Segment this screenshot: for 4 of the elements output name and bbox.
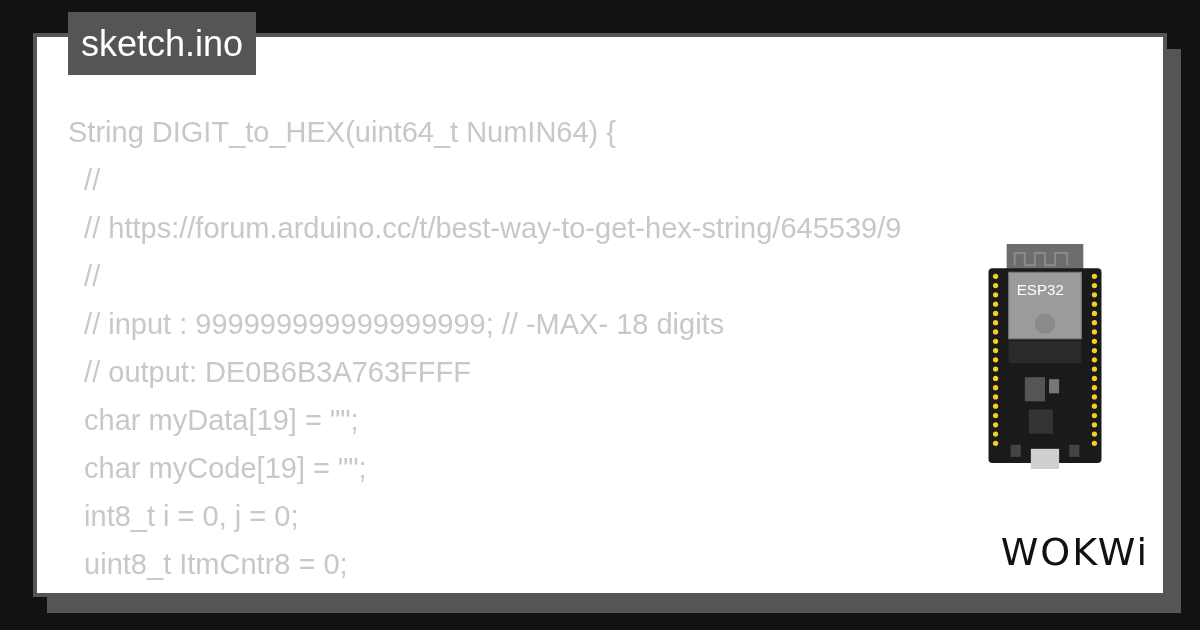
- chip-label: ESP32: [1016, 281, 1064, 299]
- code-line: //: [83, 259, 101, 294]
- code-line: //: [83, 163, 101, 198]
- logo: WOKWi: [1000, 533, 1149, 571]
